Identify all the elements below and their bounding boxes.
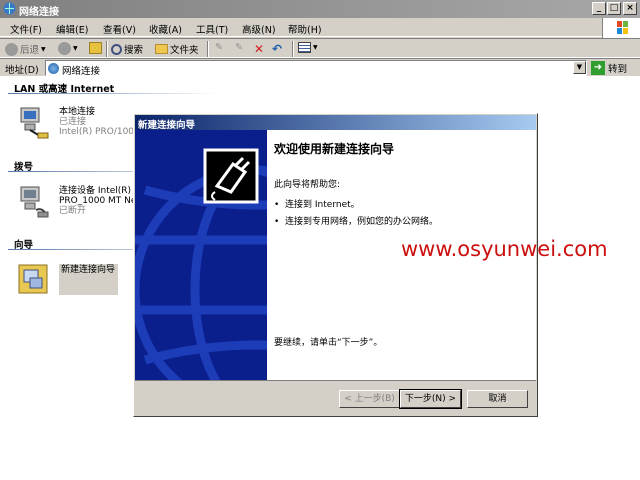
network-icon bbox=[48, 63, 59, 74]
address-dropdown-button[interactable]: ▼ bbox=[573, 61, 586, 74]
address-label: 地址(D) bbox=[5, 65, 39, 76]
up-button[interactable] bbox=[89, 42, 102, 54]
wizard-bullet: • 连接到 Internet。 bbox=[274, 200, 360, 210]
maximize-button[interactable]: □ bbox=[607, 2, 621, 15]
menu-tools[interactable]: 工具(T) bbox=[196, 22, 228, 36]
move-icon: ✎ bbox=[215, 42, 223, 53]
copy-icon: ✎ bbox=[235, 42, 243, 53]
search-button[interactable]: 搜索 bbox=[111, 42, 143, 56]
forward-button[interactable]: ▼ bbox=[58, 42, 78, 55]
explorer-window: 网络连接 _ □ × 文件(F) 编辑(E) 查看(V) 收藏(A) 工具(T)… bbox=[0, 0, 640, 480]
toolbar-separator bbox=[106, 41, 108, 57]
wizard-banner bbox=[135, 130, 267, 380]
chevron-down-icon: ▼ bbox=[73, 45, 78, 52]
lan-connection-device: Intel(R) PRO/100 bbox=[59, 127, 135, 137]
wizard-bullet-text: 连接到 Internet。 bbox=[285, 200, 360, 210]
back-label: 后退 bbox=[20, 45, 40, 56]
lan-connection-item[interactable]: 本地连接 已连接 Intel(R) PRO/100 bbox=[16, 105, 136, 145]
title-bar[interactable]: 网络连接 _ □ × bbox=[0, 0, 640, 18]
lan-connection-status: 已连接 bbox=[59, 117, 87, 127]
toolbar-separator bbox=[207, 41, 209, 57]
folders-button[interactable]: 文件夹 bbox=[155, 42, 199, 56]
delete-button[interactable]: ✕ bbox=[254, 42, 264, 56]
lan-connection-icon bbox=[20, 107, 49, 139]
menu-advanced[interactable]: 高级(N) bbox=[242, 22, 276, 36]
wizard-label-box: 新建连接向导 bbox=[59, 264, 118, 295]
minimize-button[interactable]: _ bbox=[592, 2, 606, 15]
menu-favorites[interactable]: 收藏(A) bbox=[149, 22, 182, 36]
globe-graphic-icon bbox=[135, 148, 267, 380]
go-label: 转到 bbox=[608, 64, 628, 75]
lan-connection-name: 本地连接 bbox=[59, 107, 96, 117]
copy-to-button[interactable]: ✎ bbox=[235, 42, 243, 53]
dialog-title[interactable]: 新建连接向导 bbox=[135, 115, 536, 131]
forward-arrow-icon bbox=[58, 42, 71, 55]
wizard-continue-text: 要继续，请单击“下一步”。 bbox=[274, 338, 383, 348]
standard-toolbar: 后退 ▼ ▼ 搜索 文件夹 ✎ ✎ ✕ ↶ ▼ bbox=[0, 38, 640, 58]
folder-up-icon bbox=[89, 42, 102, 54]
back-button[interactable]: < 上一步(B) bbox=[339, 390, 400, 408]
move-to-button[interactable]: ✎ bbox=[215, 42, 223, 53]
chevron-down-icon: ▼ bbox=[41, 45, 46, 53]
dialup-connection-icon bbox=[20, 186, 49, 218]
address-bar: 地址(D) 网络连接 ▼ ➜ 转到 bbox=[0, 58, 640, 77]
menu-view[interactable]: 查看(V) bbox=[103, 22, 136, 36]
menu-file[interactable]: 文件(F) bbox=[10, 22, 42, 36]
wizard-icon bbox=[18, 264, 48, 294]
chevron-down-icon: ▼ bbox=[313, 44, 318, 51]
wizard-item-name: 新建连接向导 bbox=[61, 265, 116, 275]
group-divider bbox=[8, 93, 218, 94]
window-title: 网络连接 bbox=[19, 7, 59, 18]
back-arrow-icon bbox=[5, 42, 18, 56]
toolbar-separator bbox=[292, 41, 294, 57]
dialup-connection-item[interactable]: 连接设备 Intel(R) PRO_1000 MT Netw 已断开 bbox=[16, 184, 147, 224]
windows-logo bbox=[602, 18, 640, 38]
views-button[interactable]: ▼ bbox=[298, 42, 318, 53]
back-button[interactable]: 后退 ▼ bbox=[5, 42, 46, 56]
dialog-button-bar: < 上一步(B) 下一步(N) > 取消 bbox=[135, 380, 536, 415]
delete-icon: ✕ bbox=[254, 42, 265, 56]
wizard-heading: 欢迎使用新建连接向导 bbox=[274, 142, 395, 156]
views-icon bbox=[298, 42, 311, 53]
cancel-button[interactable]: 取消 bbox=[467, 390, 528, 408]
network-folder-icon bbox=[3, 2, 16, 15]
search-icon bbox=[111, 43, 122, 55]
search-label: 搜索 bbox=[124, 45, 144, 56]
go-arrow-icon: ➜ bbox=[591, 61, 605, 75]
next-button[interactable]: 下一步(N) > bbox=[399, 389, 462, 409]
menu-bar: 文件(F) 编辑(E) 查看(V) 收藏(A) 工具(T) 高级(N) 帮助(H… bbox=[0, 18, 640, 37]
wizard-bullet: • 连接到专用网络，例如您的办公网络。 bbox=[274, 217, 439, 227]
menu-help[interactable]: 帮助(H) bbox=[288, 22, 322, 36]
go-button[interactable]: ➜ 转到 bbox=[591, 60, 637, 76]
watermark-text: www.osyunwei.com bbox=[401, 237, 608, 261]
new-connection-wizard-dialog: 新建连接向导 欢迎使用新建连接向导 此向导将帮助您: • 连接到 Interne… bbox=[133, 113, 538, 417]
address-input[interactable]: 网络连接 bbox=[45, 60, 587, 77]
wizard-intro: 此向导将帮助您: bbox=[274, 180, 341, 190]
undo-icon: ↶ bbox=[272, 42, 283, 56]
folder-icon bbox=[155, 44, 168, 54]
close-button[interactable]: × bbox=[623, 2, 637, 15]
undo-button[interactable]: ↶ bbox=[272, 42, 282, 56]
new-connection-wizard-item[interactable]: 新建连接向导 bbox=[16, 262, 136, 300]
wizard-bullet-text: 连接到专用网络，例如您的办公网络。 bbox=[285, 217, 439, 227]
folders-label: 文件夹 bbox=[170, 45, 199, 56]
lan-connection-text: 本地连接 已连接 Intel(R) PRO/100 bbox=[59, 107, 134, 137]
menu-edit[interactable]: 编辑(E) bbox=[56, 22, 88, 36]
windows-flag-icon bbox=[617, 21, 628, 34]
